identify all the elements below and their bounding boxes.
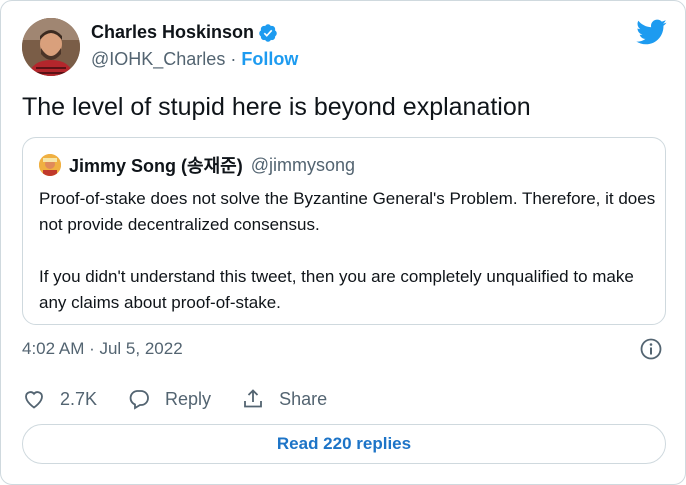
info-icon[interactable] [639,337,663,361]
author-name[interactable]: Charles Hoskinson [91,22,254,43]
tweet-timestamp[interactable]: 4:02 AM · Jul 5, 2022 [22,339,183,359]
twitter-bird-icon[interactable] [635,16,667,48]
read-replies-label: Read 220 replies [276,434,412,453]
quoted-author-name[interactable]: Jimmy Song (송재준) [69,152,243,178]
share-button[interactable]: Share [241,387,327,411]
verified-badge-icon [259,23,277,42]
like-button[interactable]: 2.7K [22,387,97,411]
quoted-author-handle[interactable]: @jimmysong [251,155,355,176]
separator: · [230,49,237,69]
follow-button[interactable]: Follow [241,49,298,70]
reply-label: Reply [165,388,212,409]
quoted-tweet-text: Proof-of-stake does not solve the Byzant… [39,186,659,316]
quoted-tweet[interactable]: Jimmy Song (송재준) @jimmysong Proof-of-sta… [22,137,666,325]
author-avatar[interactable] [22,18,80,76]
tweet-card: Charles Hoskinson @IOHK_Charles · Follow… [0,0,686,485]
tweet-text: The level of stupid here is beyond expla… [22,93,531,121]
share-label: Share [279,388,328,409]
reply-button[interactable]: Reply [127,387,211,411]
heart-icon [25,391,43,409]
quoted-author-avatar[interactable] [39,154,61,176]
share-icon [244,389,262,408]
quoted-paragraph: If you didn't understand this tweet, the… [39,267,634,312]
reply-bubble-icon [129,390,149,410]
read-replies-button[interactable]: Read 220 replies [22,424,666,464]
quoted-paragraph: Proof-of-stake does not solve the Byzant… [39,189,656,234]
author-handle[interactable]: @IOHK_Charles [91,49,225,70]
like-count: 2.7K [60,388,98,409]
